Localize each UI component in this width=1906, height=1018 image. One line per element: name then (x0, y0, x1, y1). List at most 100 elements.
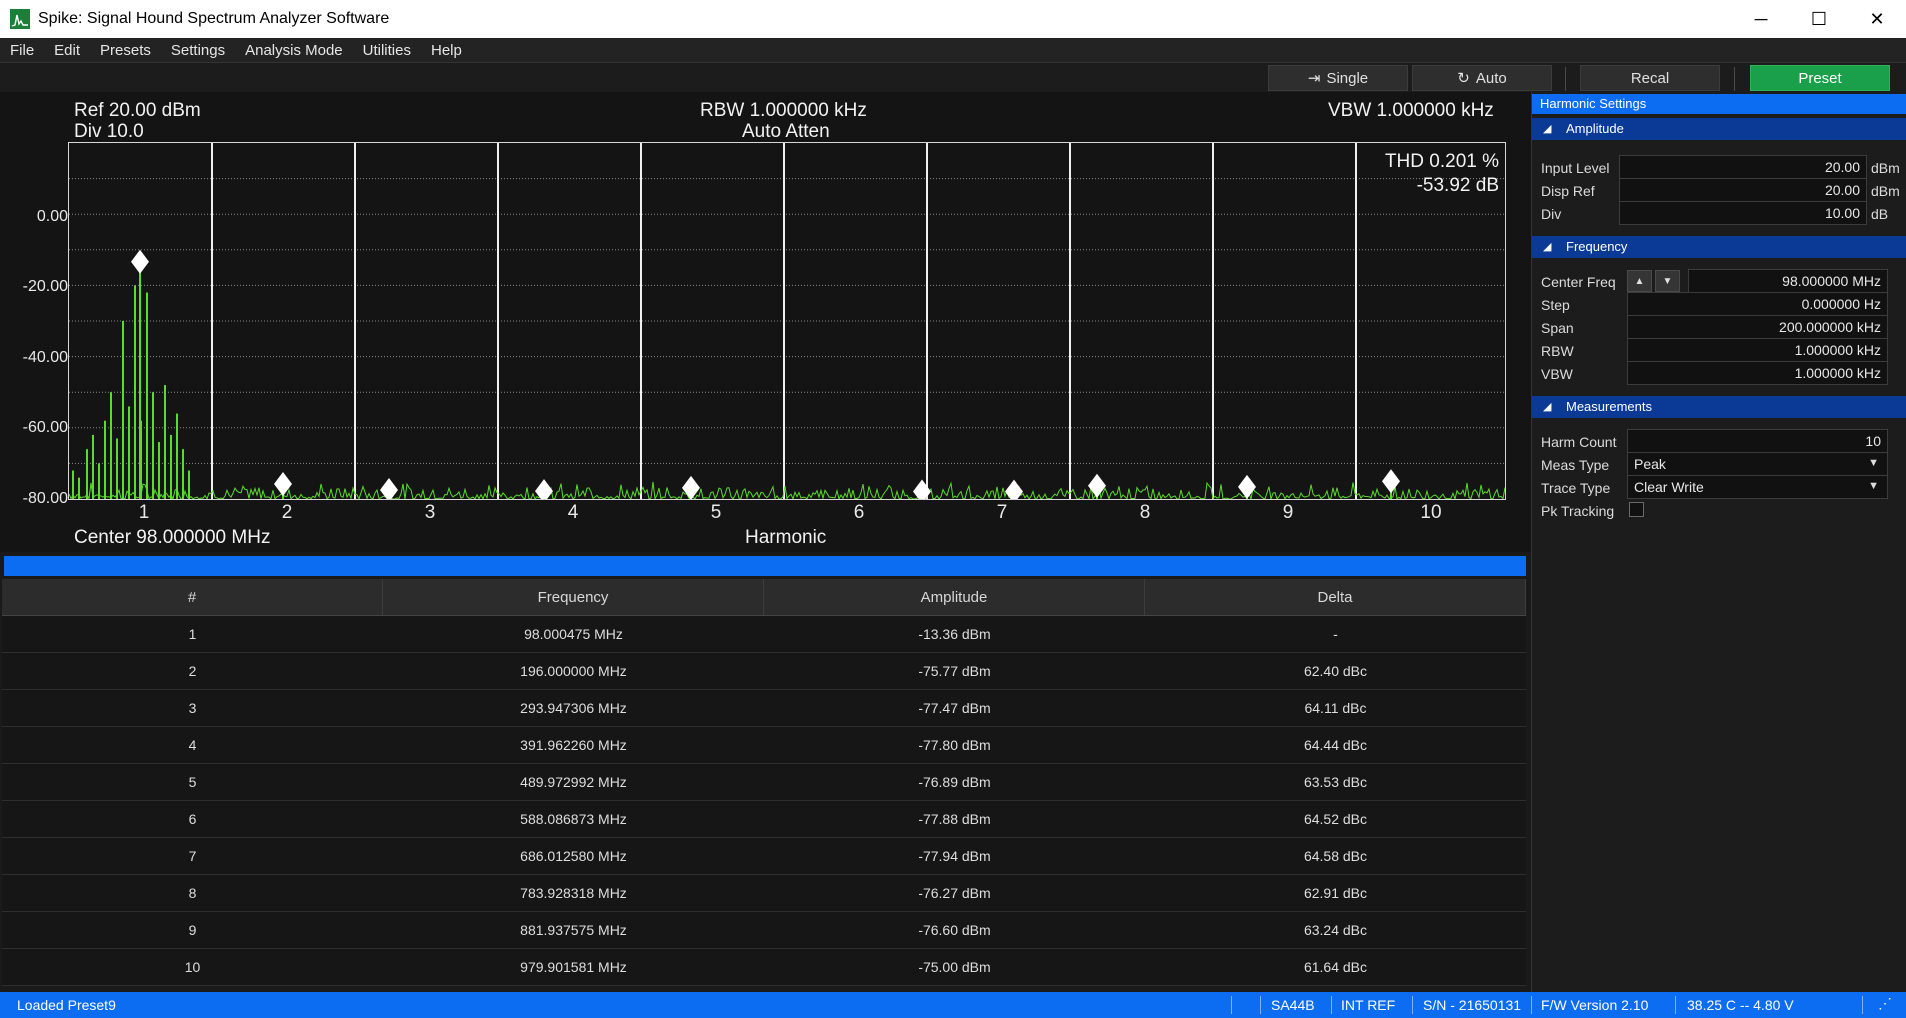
cell-amplitude: -77.94 dBm (918, 848, 991, 864)
cell-delta: 62.91 dBc (1303, 885, 1368, 901)
menu-file[interactable]: File (0, 42, 44, 59)
step-label: Step (1541, 297, 1570, 313)
measurements-section-header[interactable]: ◢ Measurements (1532, 396, 1906, 418)
cell-index: 2 (188, 663, 197, 679)
thd-percent-label: THD 0.201 % (1384, 151, 1499, 172)
status-divider (1231, 996, 1232, 1014)
menu-edit[interactable]: Edit (44, 42, 90, 59)
plot-area[interactable]: THD 0.201 % -53.92 dB (68, 142, 1506, 504)
disp-ref-field[interactable]: 20.00 (1619, 178, 1867, 202)
preset-button[interactable]: Preset (1750, 65, 1890, 91)
menu-analysis-mode[interactable]: Analysis Mode (235, 42, 353, 59)
trace-type-label: Trace Type (1541, 480, 1611, 496)
cell-frequency: 196.000000 MHz (520, 663, 627, 679)
resize-grip-icon[interactable]: ⋰ (1878, 995, 1892, 1012)
center-freq-down-button[interactable]: ▼ (1655, 270, 1680, 292)
step-field[interactable]: 0.000000 Hz (1627, 292, 1888, 316)
cell-frequency: 391.962260 MHz (520, 737, 627, 753)
plot-divider-bar (4, 556, 1526, 576)
cell-amplitude: -76.60 dBm (918, 922, 991, 938)
table-row[interactable]: 8 783.928318 MHz -76.27 dBm 62.91 dBc (2, 875, 1526, 912)
cell-delta: 62.40 dBc (1303, 663, 1368, 679)
div-field[interactable]: 10.00 (1619, 201, 1867, 225)
auto-sweep-button[interactable]: ↻ Auto (1412, 65, 1552, 91)
table-header: # Frequency Amplitude Delta (2, 579, 1526, 616)
cell-delta: 64.52 dBc (1303, 811, 1368, 827)
y-tick-label: 0.00 (36, 208, 68, 225)
col-header-amplitude[interactable]: Amplitude (764, 579, 1145, 615)
marker-diamond-icon (1382, 469, 1400, 494)
minimize-button[interactable]: ─ (1732, 0, 1790, 38)
temp-voltage: 38.25 C -- 4.80 V (1687, 997, 1794, 1013)
status-divider (1862, 996, 1863, 1014)
table-row[interactable]: 2 196.000000 MHz -75.77 dBm 62.40 dBc (2, 653, 1526, 690)
cell-amplitude: -77.80 dBm (918, 737, 991, 753)
input-level-label: Input Level (1541, 160, 1610, 176)
recal-button[interactable]: Recal (1580, 65, 1720, 91)
single-sweep-button[interactable]: ⇥ Single (1268, 65, 1408, 91)
cell-amplitude: -75.77 dBm (918, 663, 991, 679)
input-level-field[interactable]: 20.00 (1619, 155, 1867, 179)
refresh-icon: ↻ (1457, 70, 1470, 87)
reference-source: INT REF (1341, 997, 1396, 1013)
col-header-index[interactable]: # (2, 579, 383, 615)
cell-delta: 63.53 dBc (1303, 774, 1368, 790)
cell-index: 7 (188, 848, 197, 864)
span-label: Span (1541, 320, 1574, 336)
ref-level-label: Ref 20.00 dBm (74, 100, 201, 121)
cell-amplitude: -76.27 dBm (918, 885, 991, 901)
vbw-field[interactable]: 1.000000 kHz (1627, 361, 1888, 385)
x-tick-label: 1 (138, 502, 150, 523)
menu-presets[interactable]: Presets (90, 42, 161, 59)
menu-bar: File Edit Presets Settings Analysis Mode… (0, 38, 1906, 62)
table-row[interactable]: 10 979.901581 MHz -75.00 dBm 61.64 dBc (2, 949, 1526, 986)
frequency-section-header[interactable]: ◢ Frequency (1532, 236, 1906, 258)
cell-frequency: 293.947306 MHz (520, 700, 627, 716)
maximize-button[interactable]: ☐ (1790, 0, 1848, 38)
table-row[interactable]: 9 881.937575 MHz -76.60 dBm 63.24 dBc (2, 912, 1526, 949)
col-header-frequency[interactable]: Frequency (383, 579, 764, 615)
cell-delta: - (1333, 626, 1338, 642)
table-row[interactable]: 4 391.962260 MHz -77.80 dBm 64.44 dBc (2, 727, 1526, 764)
center-freq-field[interactable]: 98.000000 MHz (1688, 269, 1888, 293)
cell-frequency: 686.012580 MHz (520, 848, 627, 864)
table-row[interactable]: 5 489.972992 MHz -76.89 dBm 63.53 dBc (2, 764, 1526, 801)
status-divider (1531, 996, 1532, 1014)
x-tick-label: 5 (710, 502, 722, 523)
cell-index: 9 (188, 922, 197, 938)
toolbar: ⇥ Single ↻ Auto Recal Preset (0, 62, 1906, 92)
table-row[interactable]: 3 293.947306 MHz -77.47 dBm 64.11 dBc (2, 690, 1526, 727)
center-freq-up-button[interactable]: ▲ (1627, 270, 1652, 292)
meas-type-select[interactable]: Peak ▼ (1627, 452, 1888, 476)
menu-settings[interactable]: Settings (161, 42, 235, 59)
pk-tracking-checkbox[interactable] (1629, 502, 1644, 517)
cell-frequency: 979.901581 MHz (520, 959, 627, 975)
harm-count-field[interactable]: 10 (1627, 429, 1888, 453)
window-title: Spike: Signal Hound Spectrum Analyzer So… (38, 10, 390, 27)
menu-utilities[interactable]: Utilities (353, 42, 421, 59)
amplitude-header-label: Amplitude (1566, 121, 1624, 136)
cell-index: 8 (188, 885, 197, 901)
x-tick-label: 4 (567, 502, 579, 523)
amplitude-section-header[interactable]: ◢ Amplitude (1532, 118, 1906, 140)
toolbar-divider (1734, 67, 1735, 91)
cell-delta: 63.24 dBc (1303, 922, 1368, 938)
chevron-down-icon: ▼ (1868, 480, 1879, 492)
col-header-delta[interactable]: Delta (1145, 579, 1526, 615)
close-button[interactable]: ✕ (1848, 0, 1906, 38)
x-tick-label: 2 (281, 502, 293, 523)
status-divider (1675, 996, 1676, 1014)
settings-panel: Harmonic Settings ◢ Amplitude Input Leve… (1531, 92, 1906, 992)
div-setting-label: Div (1541, 206, 1562, 222)
table-row[interactable]: 6 588.086873 MHz -77.88 dBm 64.52 dBc (2, 801, 1526, 838)
status-divider (1412, 996, 1413, 1014)
cell-index: 4 (188, 737, 197, 753)
harm-count-label: Harm Count (1541, 434, 1617, 450)
span-field[interactable]: 200.000000 kHz (1627, 315, 1888, 339)
panel-title: Harmonic Settings (1532, 94, 1906, 114)
menu-help[interactable]: Help (421, 42, 472, 59)
table-row[interactable]: 1 98.000475 MHz -13.36 dBm - (2, 616, 1526, 653)
trace-type-select[interactable]: Clear Write ▼ (1627, 475, 1888, 499)
table-row[interactable]: 7 686.012580 MHz -77.94 dBm 64.58 dBc (2, 838, 1526, 875)
rbw-field[interactable]: 1.000000 kHz (1627, 338, 1888, 362)
